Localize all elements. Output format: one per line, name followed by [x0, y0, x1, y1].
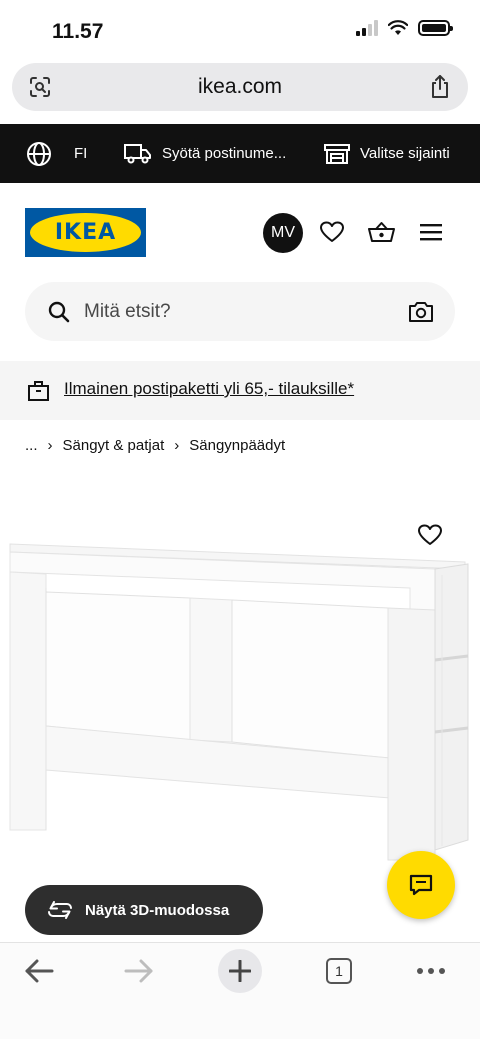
store-label: Valitse sijainti: [360, 145, 450, 162]
browser-toolbar: 1: [0, 942, 480, 1039]
user-avatar[interactable]: MV: [263, 213, 303, 253]
search-input[interactable]: Mitä etsit?: [84, 301, 171, 323]
back-button[interactable]: [24, 957, 54, 985]
chevron-right-icon: ›: [174, 437, 180, 454]
parcel-icon: [28, 381, 49, 401]
postcode-label: Syötä postinume...: [162, 145, 287, 162]
promo-banner[interactable]: Ilmainen postipaketti yli 65,- tilauksil…: [0, 361, 480, 420]
status-time: 11.57: [52, 20, 104, 43]
heart-icon[interactable]: [320, 221, 344, 243]
delivery-truck-icon: [124, 143, 151, 163]
arrow-left-icon: [25, 959, 54, 983]
menu-icon[interactable]: [420, 223, 442, 241]
tabs-button[interactable]: 1: [326, 957, 352, 985]
url-text[interactable]: ikea.com: [12, 75, 468, 99]
breadcrumb-item-beds[interactable]: Sängyt & patjat: [63, 437, 165, 454]
breadcrumb-ellipsis[interactable]: ...: [25, 437, 38, 454]
store-selector[interactable]: Valitse sijainti: [324, 124, 450, 183]
search-bar[interactable]: Mitä etsit?: [25, 282, 455, 341]
breadcrumb: ... › Sängyt & patjat › Sängynpäädyt: [25, 437, 285, 454]
search-icon: [48, 301, 70, 323]
address-bar[interactable]: ikea.com: [12, 63, 468, 111]
breadcrumb-item-headboards[interactable]: Sängynpäädyt: [189, 437, 285, 454]
view-3d-button[interactable]: Näytä 3D-muodossa: [25, 885, 263, 935]
forward-button[interactable]: [124, 957, 154, 985]
language-label: FI: [74, 145, 88, 162]
battery-icon: [418, 20, 453, 36]
tab-count: 1: [326, 958, 352, 984]
globe-icon: [27, 141, 51, 166]
store-icon: [324, 143, 350, 164]
status-bar: 11.57: [0, 0, 480, 62]
camera-search-icon[interactable]: [409, 301, 433, 322]
language-selector[interactable]: FI: [26, 124, 87, 183]
share-icon[interactable]: [428, 74, 452, 100]
chat-icon: [409, 874, 433, 896]
postcode-selector[interactable]: Syötä postinume...: [124, 124, 286, 183]
more-dots-icon: [417, 968, 445, 974]
logo-text: IKEA: [54, 220, 117, 245]
status-icons: [356, 20, 453, 36]
plus-icon: [229, 960, 251, 982]
utility-bar: FI Syötä postinume... Valitse sijainti: [0, 124, 480, 183]
favourite-heart-icon[interactable]: [418, 524, 442, 546]
arrow-right-icon: [124, 959, 153, 983]
ikea-logo[interactable]: IKEA: [25, 208, 146, 257]
new-tab-button[interactable]: [218, 949, 262, 993]
site-header: IKEA MV: [0, 183, 480, 283]
shopping-basket-icon[interactable]: [368, 221, 395, 243]
more-button[interactable]: [416, 957, 446, 985]
chat-button[interactable]: [387, 851, 455, 919]
view-3d-label: Näytä 3D-muodossa: [85, 901, 230, 919]
rotate-3d-icon: [48, 901, 72, 919]
cellular-signal-icon: [356, 20, 378, 36]
promo-link[interactable]: Ilmainen postipaketti yli 65,- tilauksil…: [64, 379, 354, 399]
wifi-icon: [388, 20, 408, 35]
chevron-right-icon: ›: [47, 437, 53, 454]
